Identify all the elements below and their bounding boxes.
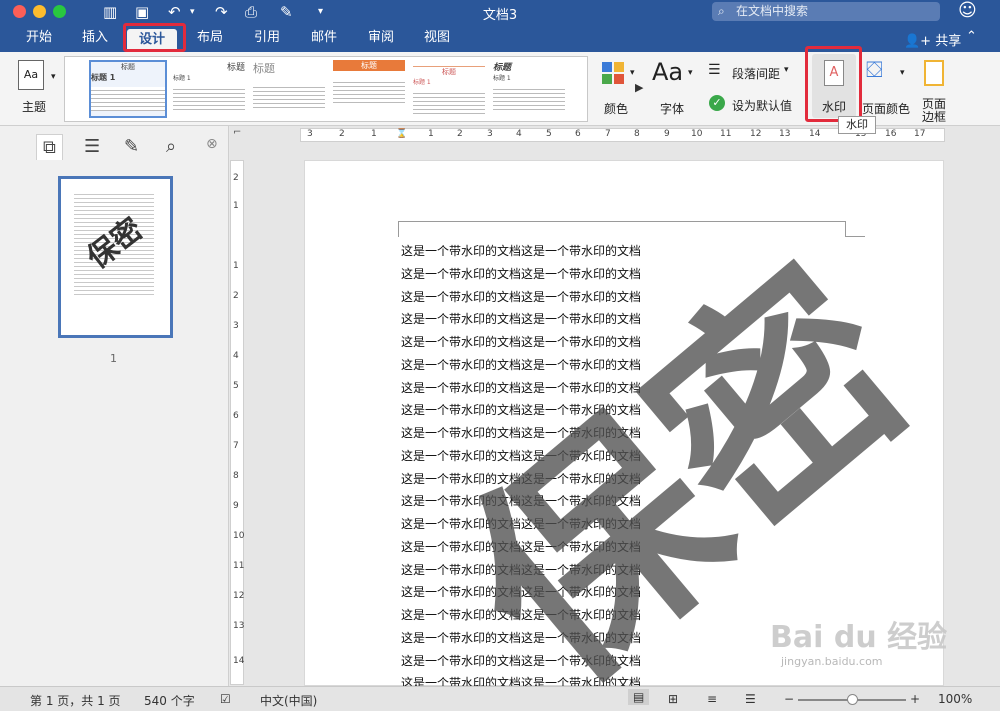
word-count[interactable]: 540 个字 [144,692,195,709]
tab-review[interactable]: 审阅 [368,30,394,46]
collapse-ribbon-icon[interactable]: ⌃ [966,29,977,44]
proofing-icon[interactable]: ☑ [220,692,231,706]
share-button[interactable]: 👤+ 共享 [904,30,961,49]
vertical-ruler[interactable]: 2 1 1 2 3 4 5 6 7 8 9 10 11 12 13 14 [230,160,244,685]
thumbnails-icon[interactable]: ⧉ [36,134,63,160]
style-set-item[interactable]: 标题 [333,60,405,118]
watermark-layer: 保密 [304,160,944,686]
page-color-button[interactable]: ⛋ ▾ 页面颜色 [860,58,910,118]
search-icon: ⌕ [718,4,725,18]
navigation-pane: ⧉ ☰ ✎ ⌕ ⊗ 保密 1 [0,126,229,686]
page-color-label: 页面颜色 [862,102,911,116]
fonts-icon: Aa [652,58,684,86]
add-person-icon: 👤+ [904,34,932,49]
colors-button[interactable]: ▾ 颜色 [598,58,642,118]
style-set-item[interactable]: 标题 [253,60,325,118]
search-box[interactable]: ⌕ 在文档中搜索 [712,2,940,21]
colors-label: 颜色 [604,102,629,116]
style-set-item[interactable]: 标题 标题 1 [89,60,167,118]
tab-insert[interactable]: 插入 [82,30,108,46]
zoom-slider-handle[interactable] [847,694,858,705]
paragraph-spacing-button[interactable]: ☰ 段落间距 ▾ [706,62,796,82]
language[interactable]: 中文(中国) [260,692,317,709]
tab-stop-icon[interactable]: ⌐ [233,127,241,138]
draft-view-icon[interactable]: ☰ [745,692,756,706]
page-color-dropdown-icon: ▾ [900,68,905,78]
paint-bucket-icon: ⛋ [866,58,883,83]
colors-dropdown-icon: ▾ [630,68,635,78]
feedback-smiley-icon[interactable]: ☺ [958,0,977,21]
page-borders-button[interactable]: 页面 边框 [918,58,952,124]
style-set-item[interactable]: 标题 标题 1 [413,60,485,118]
set-as-default-label: 设为默认值 [732,99,793,113]
highlight-design-tab [123,23,186,52]
page-borders-label: 页面 边框 [922,97,947,124]
theme-button[interactable]: Aa 主题 [14,56,54,122]
close-pane-icon[interactable]: ⊗ [206,136,218,152]
theme-label: 主题 [22,100,47,114]
style-set-item[interactable]: 标题 标题 1 [493,60,565,118]
thumbnail-page-number: 1 [110,352,117,365]
tab-mailings[interactable]: 邮件 [311,30,337,46]
paragraph-spacing-label: 段落间距 [732,67,781,81]
tab-references[interactable]: 引用 [254,30,280,46]
web-layout-view-icon[interactable]: ⊞ [668,692,678,706]
theme-dropdown-icon[interactable]: ▾ [51,72,56,82]
color-palette-icon [602,62,624,84]
fonts-dropdown-icon: ▾ [688,68,693,78]
fonts-button[interactable]: Aa ▾ 字体 [650,58,696,118]
tab-layout[interactable]: 布局 [197,30,223,46]
tab-view[interactable]: 视图 [424,30,450,46]
outline-icon[interactable]: ☰ [84,136,100,157]
search-icon[interactable]: ⌕ [166,136,176,157]
print-layout-view-icon[interactable]: ▤ [628,689,650,705]
comments-icon[interactable]: ✎ [124,136,139,157]
set-as-default-button[interactable]: ✓ 设为默认值 [706,92,802,113]
page-thumbnail[interactable]: 保密 [58,176,173,338]
outline-view-icon[interactable]: ≡ [707,692,717,706]
theme-icon: Aa [18,60,44,90]
tab-home[interactable]: 开始 [26,30,52,46]
style-set-gallery: 标题 标题 1 标题 标题 1 标题 标题 标题 标题 1 标题 标题 1 ▶ [64,56,643,122]
site-watermark-url: jingyan.baidu.com [781,655,883,668]
share-label: 共享 [935,34,962,49]
indent-marker-icon[interactable]: ⌛ [396,129,407,139]
style-set-item[interactable]: 标题 标题 1 [173,60,245,118]
title-bar: ▥ ▣ ↶ ▾ ↷ ⎙ ✎ ▾ 文档3 ⌕ 在文档中搜索 ☺ [0,0,1000,24]
zoom-level[interactable]: 100% [938,692,972,706]
fonts-label: 字体 [660,102,685,116]
watermark-tooltip: 水印 [838,116,876,134]
search-placeholder: 在文档中搜索 [736,4,809,18]
status-bar: 第 1 页，共 1 页 540 个字 ☑ 中文(中国) ▤ ⊞ ≡ ☰ − + … [0,686,1000,711]
zoom-out-button[interactable]: − [784,692,794,706]
site-watermark-brand: Bai du 经验 [770,620,948,655]
zoom-in-button[interactable]: + [910,692,920,706]
paragraph-spacing-icon: ☰ [708,62,721,78]
page-borders-icon [924,60,944,86]
highlight-watermark-button [805,46,862,122]
paragraph-spacing-dropdown-icon: ▾ [784,65,789,75]
ribbon: Aa 主题 ▾ 标题 标题 1 标题 标题 1 标题 标题 标题 标题 1 标题 [0,46,1000,126]
check-circle-icon: ✓ [709,95,725,111]
page-count[interactable]: 第 1 页，共 1 页 [30,692,121,709]
